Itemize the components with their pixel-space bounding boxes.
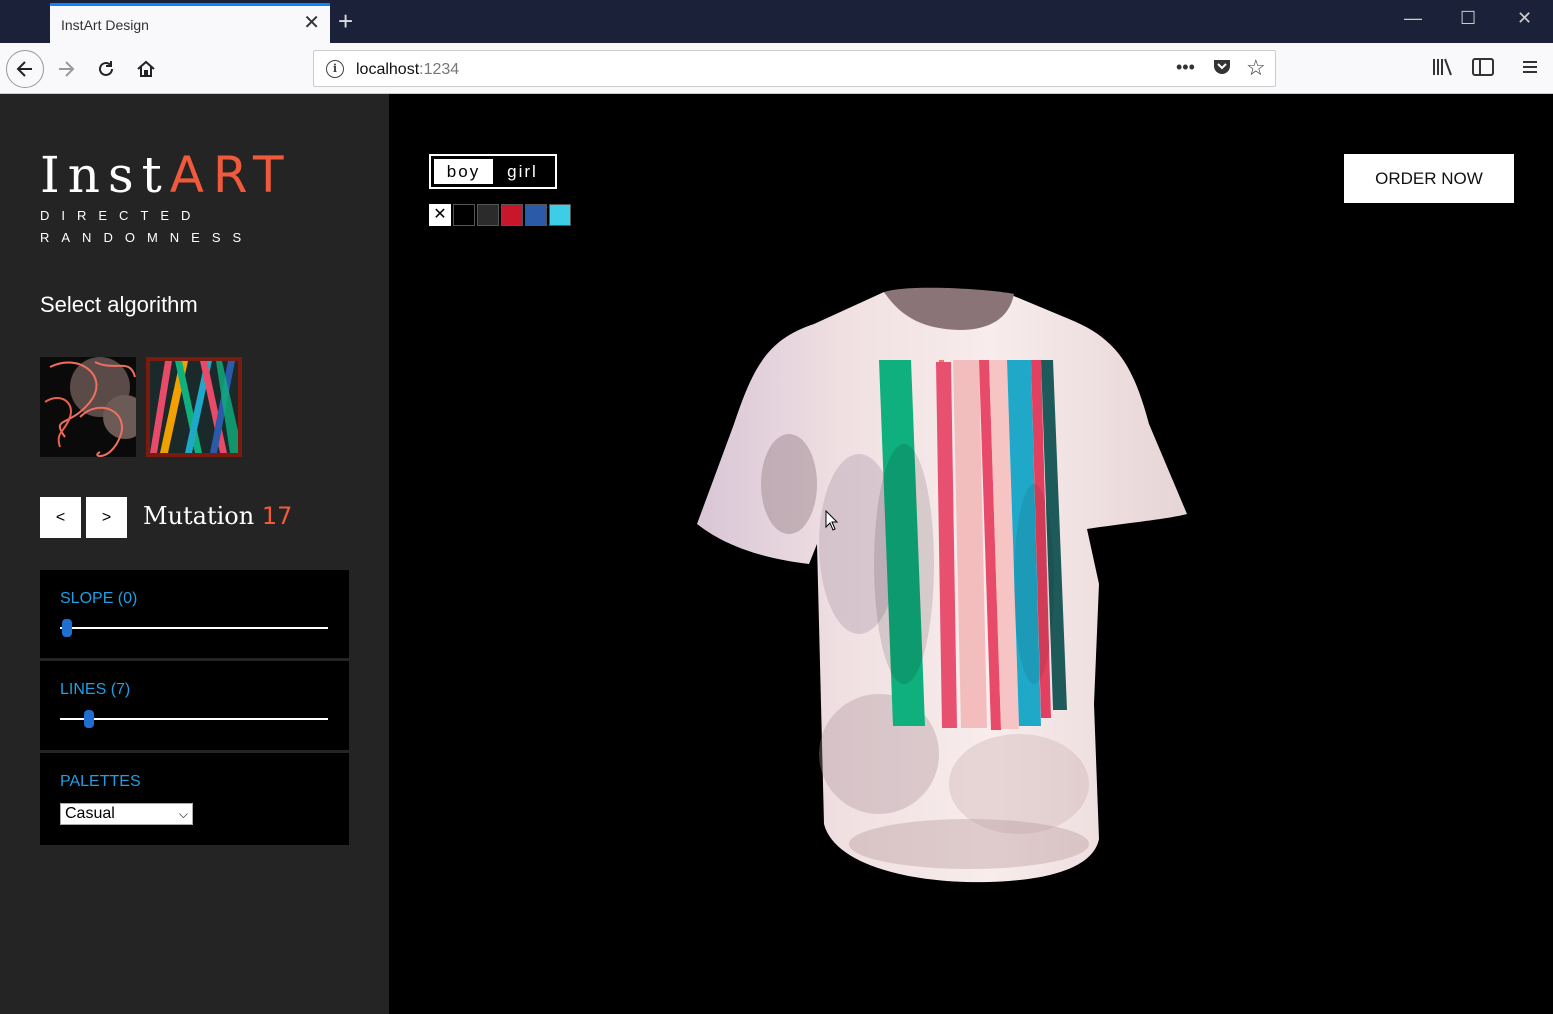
next-mutation-button[interactable]: > xyxy=(86,497,127,538)
forward-arrow-icon xyxy=(59,61,75,77)
slope-slider-track[interactable] xyxy=(60,627,328,629)
back-button[interactable] xyxy=(6,50,44,88)
window-close-icon[interactable]: ✕ xyxy=(1517,8,1532,28)
browser-navbar: i localhost:1234 ••• ☆ xyxy=(0,43,1553,94)
lines-control: LINES (7) xyxy=(40,661,349,750)
home-icon xyxy=(137,60,155,77)
palettes-label: PALETTES xyxy=(60,773,141,790)
lines-slider-thumb[interactable] xyxy=(84,710,94,728)
chevron-down-icon: ⌵ xyxy=(178,807,188,821)
sidebar-toggle-icon[interactable] xyxy=(1472,57,1494,82)
previous-mutation-button[interactable]: < xyxy=(40,497,81,538)
forward-button[interactable] xyxy=(48,51,84,87)
lines-label: LINES (7) xyxy=(60,681,131,698)
browser-titlebar: InstArt Design ✕ + — ☐ ✕ xyxy=(0,0,1553,43)
bookmark-star-icon[interactable]: ☆ xyxy=(1246,55,1266,81)
lines-slider-track[interactable] xyxy=(60,718,328,720)
library-icon[interactable] xyxy=(1432,57,1454,82)
mutation-counter: Mutation 17 xyxy=(143,502,293,530)
main-canvas: boy girl ✕ ORDER NOW xyxy=(389,94,1553,1014)
url-bar[interactable]: i localhost:1234 ••• ☆ xyxy=(313,50,1276,87)
slope-slider-thumb[interactable] xyxy=(62,619,72,637)
palette-select[interactable]: Casual ⌵ xyxy=(60,803,193,825)
palettes-control: PALETTES Casual ⌵ xyxy=(40,753,349,845)
new-tab-icon[interactable]: + xyxy=(338,7,353,35)
order-now-button[interactable]: ORDER NOW xyxy=(1344,154,1514,203)
site-info-icon[interactable]: i xyxy=(326,60,344,78)
swatch-blue[interactable] xyxy=(525,204,547,226)
gender-toggle: boy girl xyxy=(429,154,557,189)
minimize-icon[interactable]: — xyxy=(1404,8,1422,28)
reload-icon xyxy=(99,61,113,76)
swatch-red[interactable] xyxy=(501,204,523,226)
gender-option-boy[interactable]: boy xyxy=(434,159,493,184)
swatch-none[interactable]: ✕ xyxy=(429,204,451,226)
slope-control: SLOPE (0) xyxy=(40,570,349,658)
menu-icon[interactable] xyxy=(1520,57,1540,82)
tab-close-icon[interactable]: ✕ xyxy=(303,13,320,33)
mouse-cursor-icon xyxy=(825,510,839,531)
tab-title: InstArt Design xyxy=(61,17,149,33)
maximize-icon[interactable]: ☐ xyxy=(1460,8,1476,28)
page-actions-icon[interactable]: ••• xyxy=(1176,57,1195,78)
shirt-color-swatches: ✕ xyxy=(429,204,571,226)
algorithm-thumbnail-circles[interactable] xyxy=(40,357,136,457)
algorithm-thumbnail-stripes[interactable] xyxy=(146,357,242,457)
browser-tab[interactable]: InstArt Design ✕ xyxy=(50,3,330,43)
home-button[interactable] xyxy=(128,51,164,87)
tagline-line-2: RANDOMNESS xyxy=(40,230,254,245)
url-text: localhost:1234 xyxy=(356,61,460,78)
reload-button[interactable] xyxy=(88,51,124,87)
sidebar: InstART DIRECTED RANDOMNESS Select algor… xyxy=(0,94,389,1014)
slope-label: SLOPE (0) xyxy=(60,590,138,607)
tshirt-preview[interactable] xyxy=(689,284,1189,884)
back-arrow-icon xyxy=(16,61,32,77)
logo: InstART xyxy=(40,146,293,204)
swatch-black[interactable] xyxy=(453,204,475,226)
swatch-dark-gray[interactable] xyxy=(477,204,499,226)
select-algorithm-title: Select algorithm xyxy=(40,292,198,317)
pocket-icon[interactable] xyxy=(1212,56,1232,81)
swatch-cyan[interactable] xyxy=(549,204,571,226)
tagline-line-1: DIRECTED xyxy=(40,208,203,223)
gender-option-girl[interactable]: girl xyxy=(493,159,552,184)
